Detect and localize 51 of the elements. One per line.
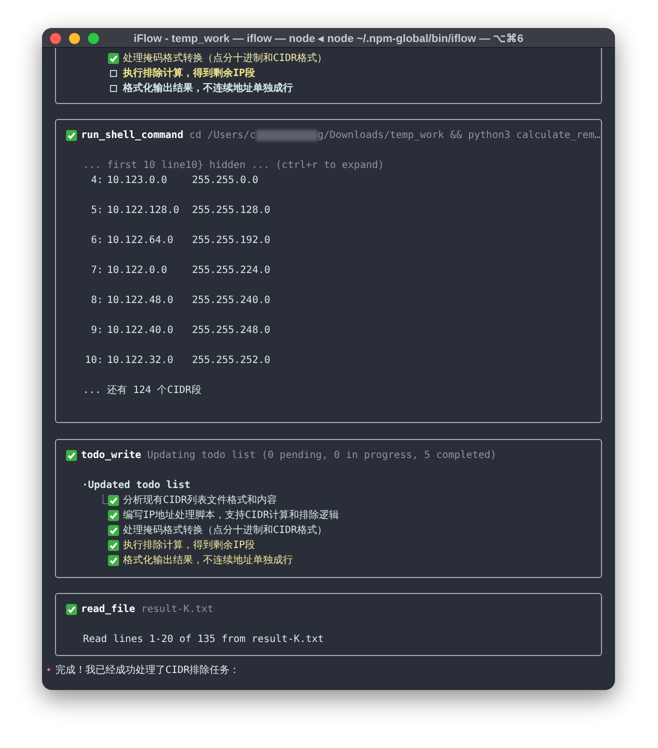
todo-item-text: 处理掩码格式转换（点分十进制和CIDR格式） (123, 524, 328, 538)
subnet-mask: 255.255.240.0 (192, 294, 270, 308)
subnet-mask: 255.255.252.0 (192, 354, 270, 368)
todo-item-text: 格式化输出结果，不连续地址单独成行 (123, 554, 293, 568)
todo-item-text: 执行排除计算，得到剩余IP段 (123, 538, 256, 553)
ip-address: 10.122.40.0 (107, 324, 174, 338)
ip-address: 10.122.128.0 (107, 204, 180, 218)
minimize-button[interactable] (69, 33, 80, 44)
todo-item-text: 编写IP地址处理脚本，支持CIDR计算和排除逻辑 (123, 508, 340, 523)
summary-text: ... 还有 124 个CIDR段 (83, 384, 202, 398)
zoom-button[interactable] (88, 33, 99, 44)
check-icon (66, 130, 77, 141)
window-title: iFlow - temp_work — iflow — node ◂ node ~/.npm-global/bin/iflow — ⌥⌘6 (134, 32, 524, 44)
ip-address: 10.123.0.0 (107, 174, 168, 188)
subnet-mask: 255.255.192.0 (192, 234, 270, 248)
subnet-mask: 255.255.224.0 (192, 264, 270, 278)
subnet-mask: 255.255.128.0 (192, 204, 270, 218)
tool-name: run_shell_command (81, 129, 184, 143)
result-text: Read lines 1-20 of 135 from result-K.txt (82, 633, 325, 647)
redaction-blur (256, 130, 318, 141)
todo-item-text: 格式化输出结果，不连续地址单独成行 (123, 82, 293, 96)
ip-address: 10.122.64.0 (107, 234, 174, 248)
todo-item-text: 执行排除计算，得到剩余IP段 (123, 66, 256, 81)
check-icon (66, 450, 77, 461)
todo-item-text: 处理掩码格式转换（点分十进制和CIDR格式） (123, 52, 328, 66)
row-index: 4: (90, 174, 103, 188)
row-index: 8: (90, 294, 103, 308)
row-index: 5: (90, 204, 103, 218)
sparkle-icon: ✦ (46, 663, 52, 678)
row-index: 9: (90, 324, 103, 338)
tree-connector: ⎿ (98, 493, 108, 508)
row-index: 7: (90, 264, 103, 278)
assistant-message: 完成！我已经成功处理了CIDR排除任务： (55, 664, 240, 678)
check-icon (66, 604, 77, 615)
subnet-mask: 255.255.0.0 (192, 174, 258, 188)
close-button[interactable] (50, 33, 61, 44)
hidden-lines-note: ... first 10 line10} hidden ... (ctrl+r to expand) (83, 159, 386, 173)
ip-address: 10.122.0.0 (107, 264, 168, 278)
file-name: result-K.txt (141, 603, 214, 617)
row-index: 6: (90, 234, 103, 248)
command-text: g/Downloads/temp_work && python3 calculate_rem… (318, 129, 601, 143)
tool-name: todo_write (81, 448, 142, 463)
todo-item-text: 分析现有CIDR列表文件格式和内容 (123, 494, 278, 508)
subnet-mask: 255.255.248.0 (192, 324, 270, 338)
ip-address: 10.122.48.0 (107, 294, 174, 308)
row-index: 10: (84, 354, 103, 368)
ip-address: 10.122.32.0 (107, 354, 174, 368)
command-text: cd /Users/c (189, 129, 256, 143)
tool-summary: Updating todo list (0 pending, 0 in progress, 5 completed) (147, 449, 496, 463)
todo-heading: ·Updated todo list (81, 478, 192, 493)
tool-name: read_file (81, 602, 136, 617)
